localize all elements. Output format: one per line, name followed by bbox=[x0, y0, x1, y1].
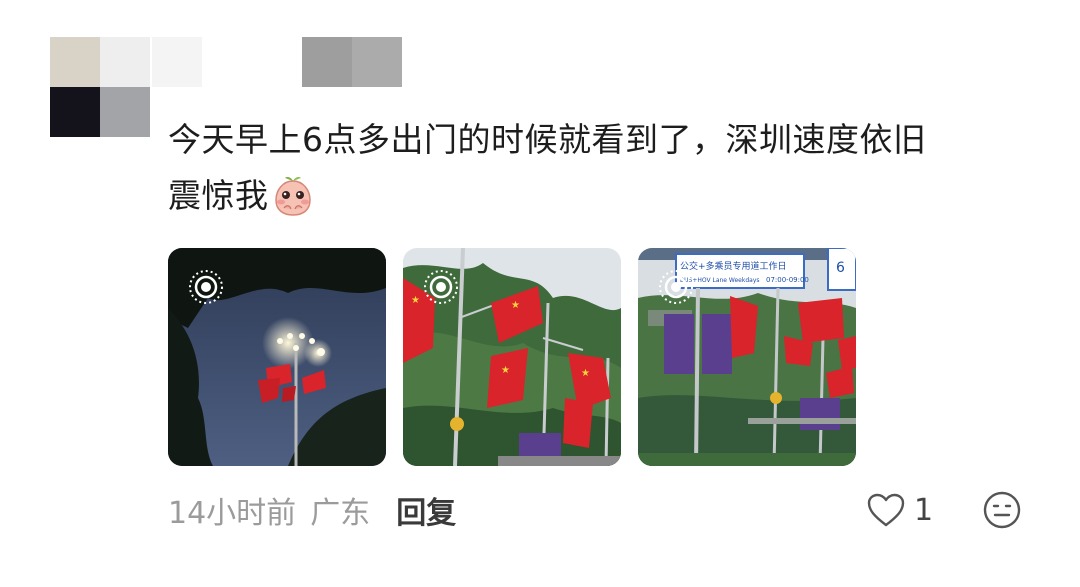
photo-grid: ★ ★ ★ ★ 公交+多乘员专用道工作日 07:00-09:00 BUS+HOV… bbox=[168, 248, 856, 466]
svg-text:★: ★ bbox=[511, 300, 520, 311]
photo-2[interactable]: ★ ★ ★ ★ bbox=[403, 248, 621, 466]
timestamp: 14小时前 bbox=[168, 496, 297, 531]
photo-1[interactable] bbox=[168, 248, 386, 466]
live-photo-icon bbox=[423, 269, 459, 305]
like-count: 1 bbox=[914, 492, 934, 528]
comment-text: 今天早上6点多出门的时候就看到了，深圳速度依旧 震惊我 bbox=[168, 112, 1048, 224]
heart-icon bbox=[866, 492, 906, 528]
photo-3[interactable]: 公交+多乘员专用道工作日 07:00-09:00 BUS+HOV Lane We… bbox=[638, 248, 856, 466]
username-block bbox=[302, 37, 352, 87]
avatar-block bbox=[50, 87, 100, 137]
avatar[interactable] bbox=[50, 37, 150, 137]
like-button[interactable]: 1 bbox=[866, 488, 933, 532]
username-block bbox=[202, 37, 302, 87]
location: 广东 bbox=[310, 496, 371, 531]
live-photo-icon bbox=[188, 269, 224, 305]
avatar-block bbox=[100, 87, 150, 137]
username[interactable] bbox=[152, 37, 402, 87]
sign-time: 07:00-09:00 bbox=[766, 276, 809, 284]
reply-button[interactable]: 回复 bbox=[396, 488, 456, 532]
svg-text:★: ★ bbox=[581, 368, 590, 379]
svg-text:6: 6 bbox=[836, 260, 845, 276]
avatar-block bbox=[50, 37, 100, 87]
blushing-peach-emoji-icon bbox=[271, 175, 315, 217]
username-block bbox=[352, 37, 402, 87]
comment-line-2: 震惊我 bbox=[168, 168, 1048, 224]
comment-line-1: 今天早上6点多出门的时候就看到了，深圳速度依旧 bbox=[168, 120, 927, 159]
emoji-icon[interactable] bbox=[982, 490, 1022, 530]
sign-text: 公交+多乘员专用道工作日 bbox=[680, 260, 787, 272]
comment-line-2-text: 震惊我 bbox=[168, 176, 269, 215]
live-photo-icon bbox=[658, 269, 694, 305]
comment-meta: 14小时前 广东 回复 bbox=[168, 488, 456, 532]
avatar-block bbox=[100, 37, 150, 87]
username-block bbox=[152, 37, 202, 87]
svg-text:★: ★ bbox=[501, 365, 510, 376]
svg-text:★: ★ bbox=[411, 295, 420, 306]
